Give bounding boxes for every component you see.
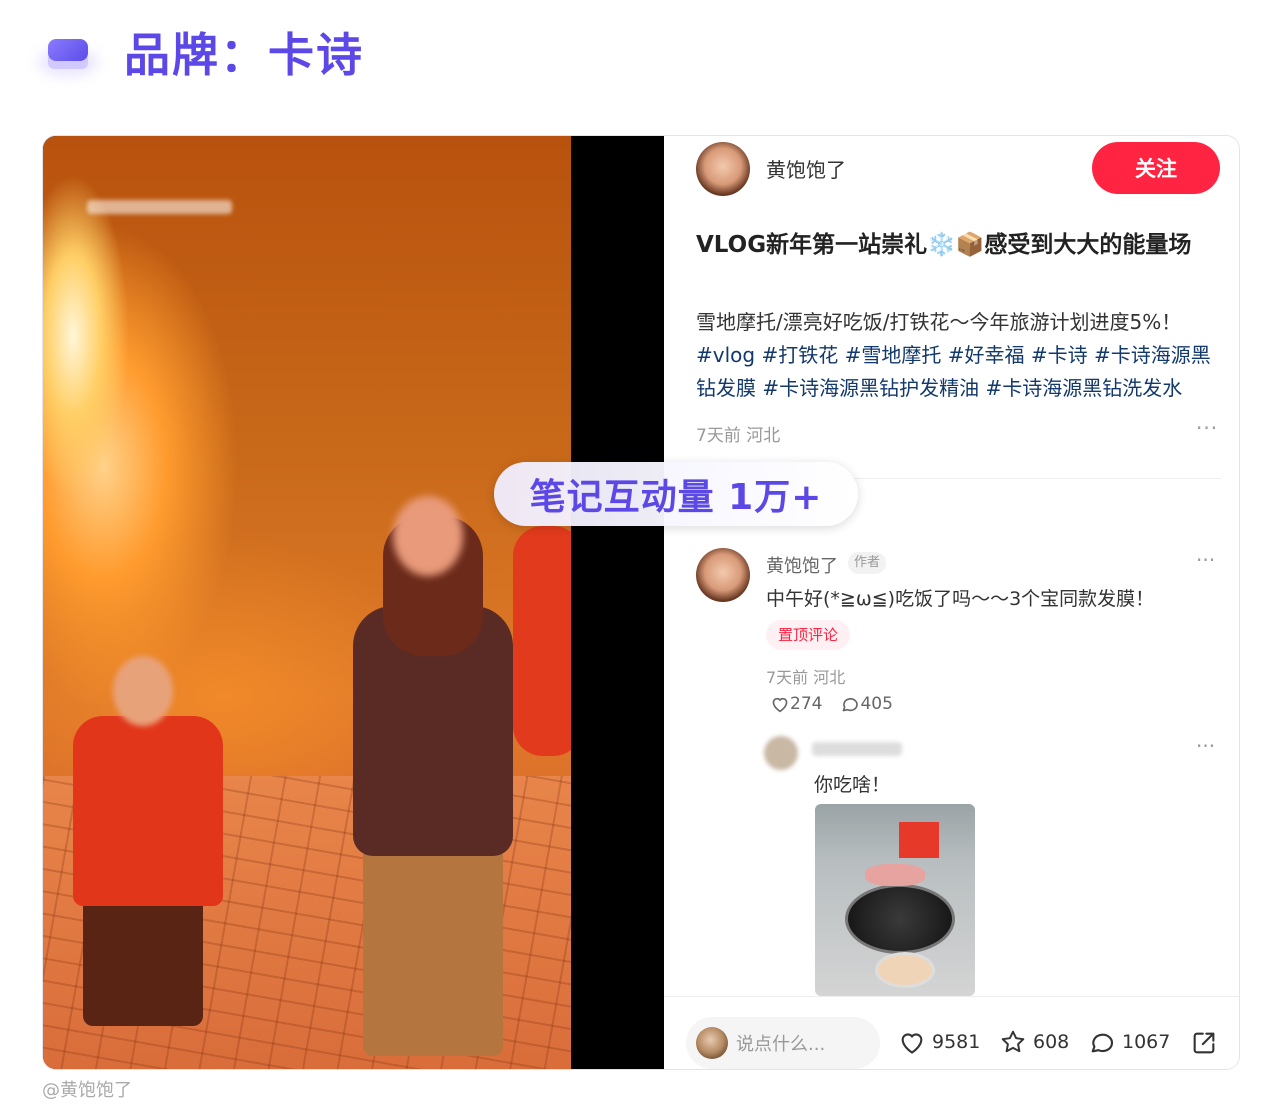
comment-stats: 274 405 <box>770 694 911 714</box>
comment-count: 1067 <box>1122 1031 1171 1053</box>
favorite-button[interactable]: 608 <box>999 1029 1069 1055</box>
reply-image[interactable] <box>815 804 975 996</box>
star-icon <box>1001 1030 1025 1053</box>
author-badge: 作者 <box>848 552 887 574</box>
more-icon[interactable]: ··· <box>1196 548 1215 572</box>
note-description: 雪地摩托/漂亮好吃饭/打铁花～今年旅游计划进度5%！ #vlog #打铁花 #雪… <box>696 306 1221 405</box>
bottom-action-bar: 说点什么... 9581 608 1067 <box>664 996 1239 1069</box>
video-watermark <box>87 200 232 214</box>
comment-reply-count: 405 <box>860 694 893 714</box>
hashtag[interactable]: #卡诗 <box>1031 343 1088 367</box>
hashtag[interactable]: #卡诗海源黑钻洗发水 <box>985 376 1182 400</box>
note-panel: 黄饱饱了 关注 VLOG新年第一站崇礼❄️📦感受到大大的能量场 雪地摩托/漂亮好… <box>664 136 1239 1069</box>
brand-title: 品牌：卡诗 <box>124 28 364 82</box>
author-avatar[interactable] <box>696 142 750 196</box>
hashtag[interactable]: #打铁花 <box>761 343 838 367</box>
comment-button[interactable]: 1067 <box>1088 1029 1170 1055</box>
video-frame <box>43 136 571 1069</box>
video-player[interactable] <box>43 136 664 1069</box>
follow-button[interactable]: 关注 <box>1092 142 1220 194</box>
comment-bubble-icon <box>843 698 859 712</box>
comment-bubble-icon <box>1091 1033 1113 1053</box>
author-name[interactable]: 黄饱饱了 <box>766 154 846 183</box>
heart-icon <box>772 697 788 713</box>
comment-author-name[interactable]: 黄饱饱了 <box>766 552 838 578</box>
user-avatar <box>696 1027 728 1059</box>
heart-icon <box>901 1033 923 1054</box>
reply-author-name-blurred <box>812 742 902 756</box>
brand-header: 品牌：卡诗 <box>38 22 364 82</box>
like-count: 9581 <box>932 1031 981 1053</box>
note-desc-text: 雪地摩托/漂亮好吃饭/打铁花～今年旅游计划进度5%！ <box>696 310 1182 334</box>
comment-reply[interactable]: 405 <box>840 694 893 714</box>
comment-avatar[interactable] <box>696 548 750 602</box>
note-title: VLOG新年第一站崇礼❄️📦感受到大大的能量场 <box>696 232 1192 258</box>
note-meta: 7天前 河北 <box>696 426 781 446</box>
more-icon[interactable]: ··· <box>1196 416 1218 440</box>
hashtag[interactable]: #卡诗海源黑钻护发精油 <box>762 376 979 400</box>
like-button[interactable]: 9581 <box>898 1029 980 1055</box>
hashtag[interactable]: #好幸福 <box>948 343 1025 367</box>
comment-input-placeholder: 说点什么... <box>736 1034 826 1055</box>
more-icon[interactable]: ··· <box>1196 734 1215 758</box>
reply-text: 你吃啥！ <box>814 774 891 796</box>
note-card: 黄饱饱了 关注 VLOG新年第一站崇礼❄️📦感受到大大的能量场 雪地摩托/漂亮好… <box>42 135 1240 1070</box>
credit-handle: @黄饱饱了 <box>42 1080 132 1101</box>
hashtag[interactable]: #雪地摩托 <box>845 343 942 367</box>
pinned-comment-badge: 置顶评论 <box>766 620 851 650</box>
engagement-badge: 笔记互动量 1万+ <box>494 462 858 526</box>
hashtag[interactable]: #vlog <box>696 343 755 367</box>
share-icon <box>1193 1032 1215 1054</box>
comment-meta: 7天前 河北 <box>766 668 846 687</box>
layers-icon <box>38 29 98 77</box>
comment-like-count: 274 <box>790 694 823 714</box>
comment-like[interactable]: 274 <box>770 694 822 714</box>
reply-avatar[interactable] <box>764 736 798 770</box>
comment-text: 中午好(*≧ω≦)吃饭了吗～～3个宝同款发膜！ <box>766 588 1155 610</box>
share-button[interactable] <box>1190 1029 1224 1057</box>
favorite-count: 608 <box>1033 1031 1070 1053</box>
comment-input[interactable]: 说点什么... <box>686 1017 880 1069</box>
